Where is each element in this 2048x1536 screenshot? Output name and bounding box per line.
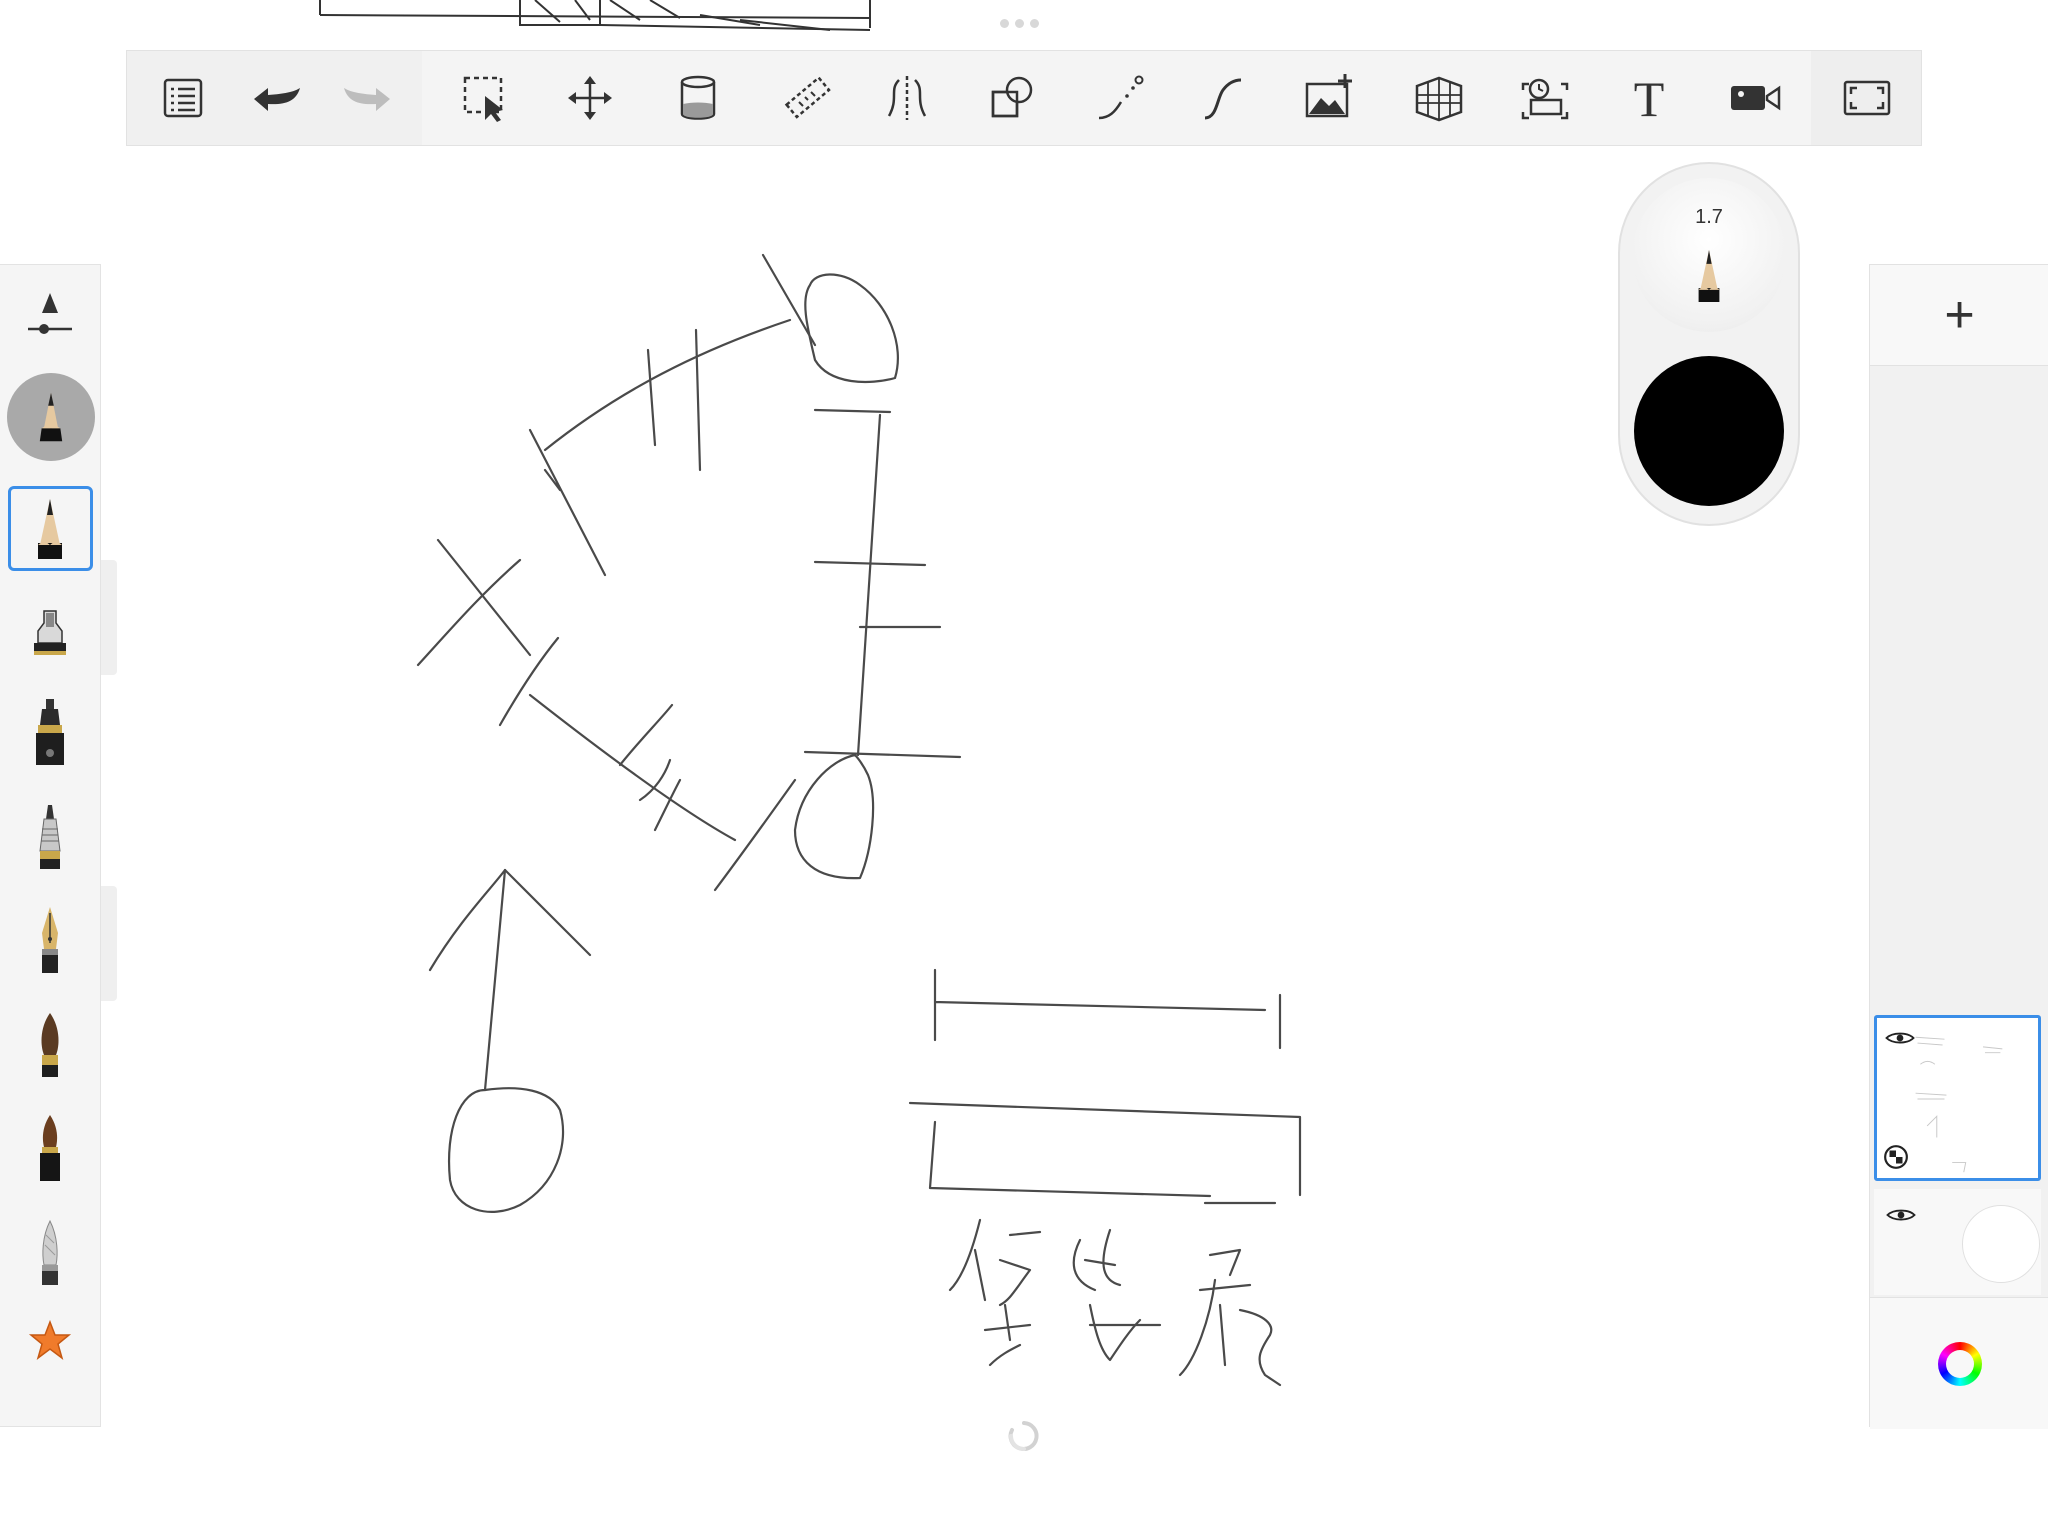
redo-icon[interactable]	[340, 70, 396, 126]
fountain-pen-icon[interactable]	[0, 893, 100, 993]
airbrush-icon[interactable]	[0, 583, 100, 683]
layers-list-icon[interactable]	[155, 70, 211, 126]
layers-panel: +	[1869, 264, 2048, 1429]
brush-size-dial[interactable]: 1.7	[1632, 178, 1786, 332]
marker-brush-icon[interactable]	[0, 685, 100, 785]
color-editor-area[interactable]	[1870, 1297, 2048, 1429]
symmetry-icon[interactable]	[879, 70, 935, 126]
add-layer-button[interactable]: +	[1870, 265, 2048, 366]
favorites-star-icon[interactable]	[0, 1305, 100, 1379]
image-import-icon[interactable]	[1301, 70, 1357, 126]
predictive-stroke-icon[interactable]	[1091, 70, 1147, 126]
paintbrush-icon[interactable]	[0, 997, 100, 1097]
brush-panel-edge-handle[interactable]	[101, 886, 117, 1001]
layer-blend-mode-icon[interactable]	[1883, 1144, 1909, 1170]
shapes-icon[interactable]	[985, 70, 1041, 126]
layer-thumbnail-background[interactable]	[1874, 1189, 2041, 1295]
background-color-swatch[interactable]	[1962, 1205, 2040, 1283]
brush-size-value: 1.7	[1695, 206, 1723, 228]
steady-stroke-icon[interactable]	[1195, 70, 1251, 126]
transform-icon[interactable]	[562, 70, 618, 126]
current-brush-preview[interactable]	[7, 373, 95, 461]
pencil-icon	[1698, 250, 1720, 302]
brush-panel-edge-handle[interactable]	[101, 560, 117, 675]
pencil-brush-icon[interactable]	[0, 479, 100, 579]
time-lapse-icon[interactable]	[1517, 70, 1573, 126]
text-tool-glyph: T	[1634, 72, 1665, 124]
fill-icon[interactable]	[670, 70, 726, 126]
perspective-guide-icon[interactable]	[1411, 70, 1467, 126]
video-record-icon[interactable]	[1727, 70, 1783, 126]
selection-icon[interactable]	[457, 70, 513, 126]
undo-icon[interactable]	[248, 70, 304, 126]
ruler-icon[interactable]	[779, 70, 835, 126]
eye-visible-icon[interactable]	[1886, 1207, 1916, 1223]
plus-icon: +	[1944, 286, 1975, 344]
smudge-brush-icon[interactable]	[0, 1205, 100, 1305]
chisel-brush-icon[interactable]	[0, 1101, 100, 1201]
color-wheel-icon[interactable]	[1937, 1341, 1982, 1386]
brush-size-opacity-icon[interactable]	[0, 265, 100, 365]
main-toolbar: T	[126, 50, 1922, 146]
ballpoint-brush-icon[interactable]	[0, 789, 100, 889]
text-icon[interactable]: T	[1621, 70, 1677, 126]
fullscreen-icon[interactable]	[1839, 70, 1895, 126]
layer-thumbnail-sketch[interactable]	[1874, 1015, 2041, 1181]
brush-color-swatch[interactable]	[1634, 356, 1784, 506]
brush-puck[interactable]: 1.7	[1618, 162, 1800, 526]
brush-palette	[0, 264, 101, 1427]
drag-handle[interactable]	[1000, 19, 1046, 29]
loading-spinner-icon	[1008, 1421, 1039, 1451]
